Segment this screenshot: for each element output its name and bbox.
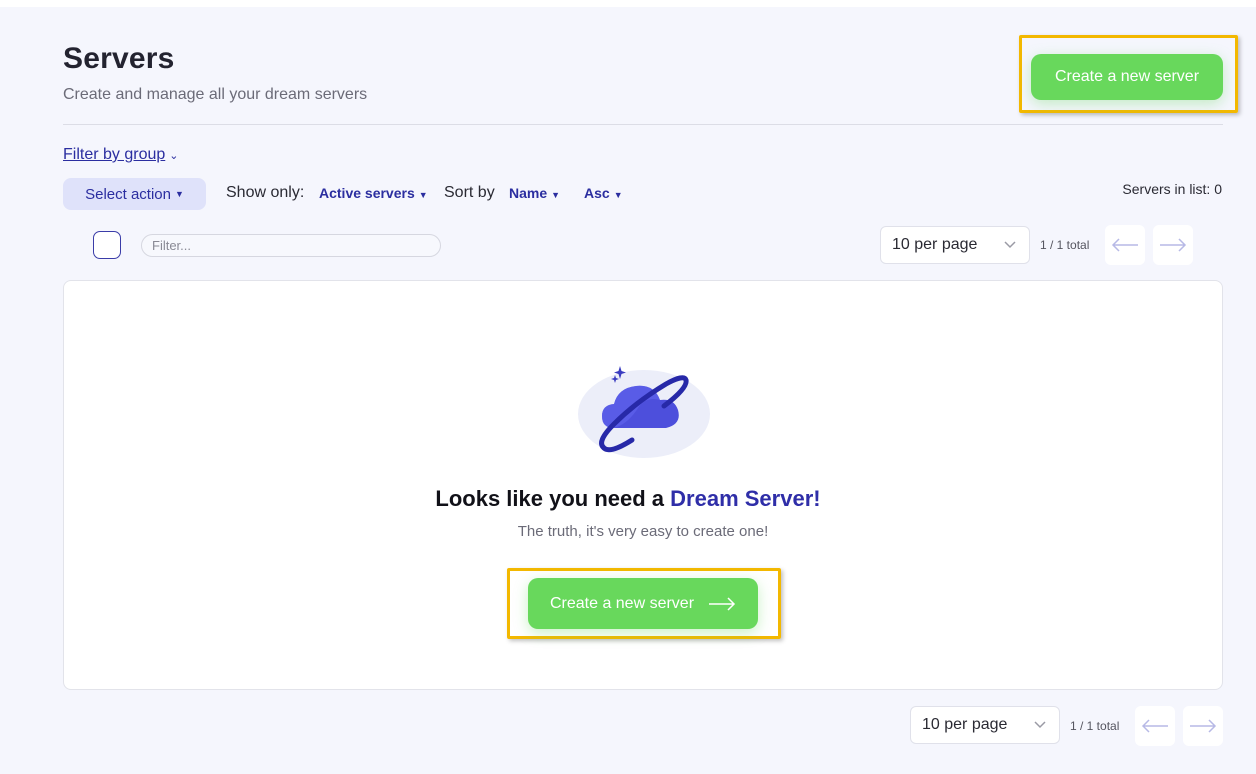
arrow-left-icon: [1141, 719, 1168, 733]
pagination-total-bottom: 1 / 1 total: [1070, 719, 1120, 733]
show-only-dropdown[interactable]: Active servers ▼: [319, 185, 428, 201]
per-page-value-bottom: 10 per page: [922, 716, 1008, 733]
filter-by-group-label: Filter by group: [63, 146, 166, 163]
arrow-right-icon: [1160, 238, 1187, 252]
caret-down-icon: ▼: [613, 190, 623, 200]
chevron-down-icon: [1034, 721, 1046, 729]
caret-down-icon: ▼: [418, 190, 428, 200]
show-only-value: Active servers: [319, 185, 415, 201]
show-only-label: Show only:: [226, 184, 305, 201]
select-action-label: Select action: [85, 185, 171, 203]
next-page-button[interactable]: [1153, 225, 1193, 265]
chevron-down-icon: [1004, 241, 1016, 249]
empty-state-heading: Looks like you need a Dream Server!: [0, 486, 1256, 512]
arrow-left-icon: [1111, 238, 1138, 252]
per-page-value: 10 per page: [892, 236, 978, 253]
chevron-down-icon: ⌄: [169, 150, 179, 162]
empty-state-subtext: The truth, it's very easy to create one!: [517, 523, 769, 540]
page-title: Servers: [63, 42, 175, 75]
sort-by-label: Sort by: [444, 184, 495, 201]
pagination-total: 1 / 1 total: [1040, 238, 1090, 252]
select-all-checkbox[interactable]: [93, 231, 121, 259]
filter-input[interactable]: [141, 234, 441, 257]
per-page-select[interactable]: 10 per page: [880, 226, 1030, 264]
servers-in-list-count: Servers in list: 0: [1122, 181, 1222, 197]
sort-order-dropdown[interactable]: Asc ▼: [584, 185, 623, 201]
prev-page-button[interactable]: [1105, 225, 1145, 265]
create-server-button[interactable]: Create a new server: [1031, 54, 1223, 100]
create-server-cta-button[interactable]: Create a new server: [528, 578, 758, 629]
cloud-planet-illustration: [578, 366, 710, 458]
sort-order-value: Asc: [584, 185, 610, 201]
per-page-select-bottom[interactable]: 10 per page: [910, 706, 1060, 744]
caret-down-icon: ▼: [551, 190, 561, 200]
select-action-dropdown[interactable]: Select action ▼: [63, 178, 206, 210]
filter-by-group-link[interactable]: Filter by group ⌄: [63, 146, 178, 164]
sort-by-dropdown[interactable]: Name ▼: [509, 185, 560, 201]
create-server-cta-label: Create a new server: [549, 594, 695, 612]
arrow-right-icon: [1190, 719, 1217, 733]
empty-state-heading-prefix: Looks like you need a: [435, 486, 665, 511]
sort-by-value: Name: [509, 185, 548, 201]
header-divider: [63, 124, 1223, 125]
next-page-button-bottom[interactable]: [1183, 706, 1223, 746]
prev-page-button-bottom[interactable]: [1135, 706, 1175, 746]
caret-down-icon: ▼: [174, 189, 184, 199]
arrow-right-icon: [709, 596, 736, 611]
empty-state-heading-accent: Dream Server!: [670, 486, 821, 511]
create-server-button-label: Create a new server: [1054, 68, 1200, 85]
page-subtitle: Create and manage all your dream servers: [63, 86, 368, 103]
